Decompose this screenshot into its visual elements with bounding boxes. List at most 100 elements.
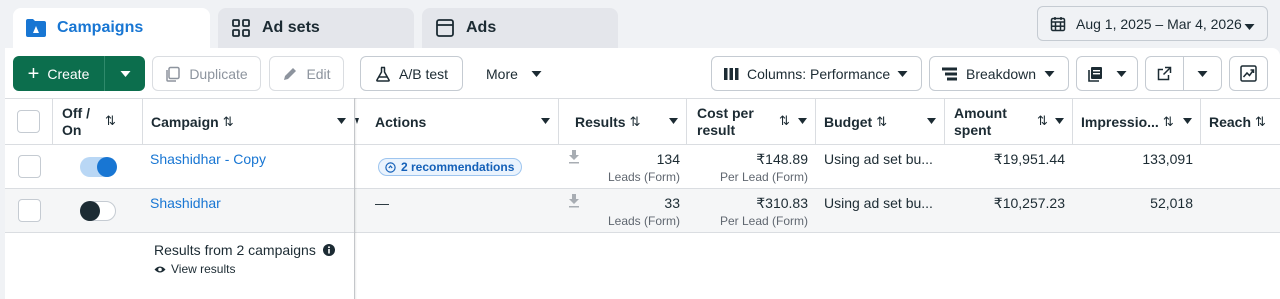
duplicate-button[interactable]: Duplicate [152, 56, 261, 91]
actions-header-label: Actions [375, 114, 427, 130]
trend-chart-icon [1240, 65, 1257, 82]
caret-down-icon [1044, 71, 1055, 77]
tab-label: Campaigns [57, 19, 144, 36]
header-budget[interactable]: Budget ⇅ [816, 99, 945, 145]
chart-button[interactable] [1229, 56, 1268, 91]
header-campaign[interactable]: Campaign ⇅ [143, 99, 355, 145]
caret-down-icon[interactable] [1183, 118, 1192, 124]
download-icon[interactable] [568, 194, 580, 211]
caret-down-icon [120, 70, 130, 77]
amount-header-label-bottom: spent [954, 122, 992, 138]
recommendations-badge[interactable]: 2 recommendations [378, 158, 523, 176]
sort-icon[interactable]: ⇅ [630, 114, 641, 130]
cost-per-result-subtext: Per Lead (Form) [719, 214, 808, 228]
duplicate-label: Duplicate [189, 65, 248, 82]
table-row[interactable]: Shashidhar - Copy 2 recommendations 134 … [5, 145, 1280, 189]
campaign-toggle[interactable] [80, 201, 116, 221]
caret-down-icon[interactable] [669, 118, 678, 124]
caret-down-icon[interactable] [798, 118, 807, 124]
toggle-knob [80, 201, 100, 221]
header-reach[interactable]: Reach ⇅ [1201, 99, 1280, 145]
caret-down-icon[interactable] [927, 118, 936, 124]
tab-label: Ad sets [262, 19, 320, 36]
campaign-name-link[interactable]: Shashidhar - Copy [150, 151, 266, 167]
caret-down-icon [1116, 70, 1126, 77]
cost-header-label-top: Cost per [697, 105, 754, 121]
reach-header-label: Reach [1209, 114, 1252, 130]
cost-per-result-subtext: Per Lead (Form) [719, 170, 808, 184]
header-impressions[interactable]: Impressio... ⇅ [1073, 99, 1201, 145]
header-select-all-cell [5, 99, 53, 145]
columns-label: Columns: Performance [747, 65, 891, 82]
date-range-picker[interactable]: Aug 1, 2025 – Mar 4, 2026 [1037, 6, 1268, 41]
date-range-label: Aug 1, 2025 – Mar 4, 2026 [1076, 15, 1242, 32]
results-header-label: Results [575, 114, 626, 130]
tab-label: Ads [466, 19, 497, 36]
view-results-link[interactable]: View results [154, 262, 235, 276]
select-all-checkbox[interactable] [17, 110, 40, 133]
calendar-icon [1050, 16, 1066, 32]
sort-icon[interactable]: ⇅ [1255, 114, 1266, 130]
flask-icon [375, 66, 391, 82]
table-row[interactable]: Shashidhar — 33 Leads (Form) ₹310.83 Per… [5, 189, 1280, 233]
impressions-value: 133,091 [1142, 151, 1193, 167]
results-summary: Results from 2 campaigns [154, 242, 335, 258]
sort-icon[interactable]: ⇅ [779, 113, 790, 129]
create-button[interactable]: + Create [13, 56, 105, 91]
columns-dropdown[interactable]: Columns: Performance [711, 56, 922, 91]
caret-down-icon [897, 71, 908, 77]
frozen-column-shadow [354, 98, 357, 299]
sort-icon[interactable]: ⇅ [1037, 113, 1048, 129]
folder-flag-icon [25, 17, 47, 39]
export-button[interactable] [1146, 57, 1184, 90]
edit-button[interactable]: Edit [269, 56, 344, 91]
tab-ad-sets[interactable]: Ad sets [218, 8, 414, 48]
row-checkbox[interactable] [18, 155, 41, 178]
budget-value: Using ad set bu... [824, 151, 933, 167]
caret-down-icon[interactable] [337, 118, 346, 124]
tab-campaigns[interactable]: Campaigns [13, 8, 210, 48]
sort-icon[interactable]: ⇅ [105, 113, 116, 129]
create-label: Create [47, 65, 90, 82]
campaign-toggle[interactable] [80, 157, 117, 177]
header-cost-per-result[interactable]: Cost per result ⇅ [687, 99, 816, 145]
results-value: 33 [664, 195, 680, 211]
impressions-value: 52,018 [1150, 195, 1193, 211]
tab-ads[interactable]: Ads [422, 8, 618, 48]
toggle-knob [97, 157, 117, 177]
breakdown-dropdown[interactable]: Breakdown [929, 56, 1069, 91]
download-icon[interactable] [568, 150, 580, 167]
campaign-name-link[interactable]: Shashidhar [150, 195, 221, 211]
more-label: More [486, 65, 518, 82]
header-results[interactable]: Results ⇅ [559, 99, 687, 145]
grid-icon [230, 17, 252, 39]
recommendation-icon [385, 161, 396, 173]
table-header: Off / On ⇅ Campaign ⇅ Actions Results ⇅ … [5, 98, 1280, 145]
off-on-label-bottom: On [62, 122, 82, 138]
caret-down-icon[interactable] [1055, 118, 1064, 124]
caret-down-icon [531, 70, 542, 77]
create-dropdown-button[interactable] [105, 56, 145, 91]
external-link-icon [1157, 66, 1172, 81]
header-off-on[interactable]: Off / On ⇅ [53, 99, 143, 145]
results-value: 134 [656, 151, 680, 167]
reports-dropdown[interactable] [1076, 56, 1138, 91]
plus-icon: + [27, 62, 40, 85]
caret-down-icon[interactable] [541, 118, 550, 124]
sort-icon[interactable]: ⇅ [223, 114, 234, 130]
recommendations-label: 2 recommendations [401, 160, 515, 174]
row-checkbox[interactable] [18, 199, 41, 222]
more-button[interactable]: More [486, 56, 542, 91]
sort-icon[interactable]: ⇅ [876, 114, 887, 130]
header-actions[interactable]: Actions [367, 99, 559, 145]
results-summary-label: Results from 2 campaigns [154, 242, 316, 258]
view-results-label: View results [171, 262, 236, 276]
ab-test-button[interactable]: A/B test [360, 56, 463, 91]
export-button-group [1145, 56, 1222, 91]
export-dropdown-button[interactable] [1184, 57, 1221, 90]
header-amount-spent[interactable]: Amount spent ⇅ [945, 99, 1073, 145]
cost-per-result-value: ₹310.83 [756, 195, 808, 211]
info-icon[interactable] [322, 244, 335, 256]
sort-icon[interactable]: ⇅ [1163, 114, 1174, 130]
edit-label: Edit [306, 65, 331, 82]
